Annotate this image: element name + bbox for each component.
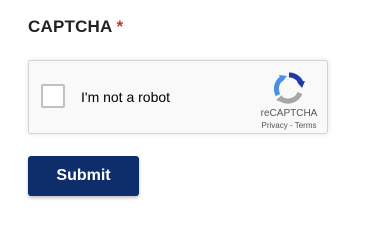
terms-link[interactable]: Terms: [295, 121, 317, 130]
submit-button[interactable]: Submit: [28, 156, 139, 196]
recaptcha-links: Privacy - Terms: [251, 121, 327, 130]
captcha-label-text: CAPTCHA: [28, 17, 113, 36]
recaptcha-brand-text: reCAPTCHA: [260, 108, 318, 119]
not-a-robot-checkbox[interactable]: [41, 84, 65, 108]
required-asterisk: *: [116, 17, 124, 36]
captcha-field-label: CAPTCHA *: [28, 17, 123, 37]
recaptcha-widget: I'm not a robot reCAPTCHA Privacy - Term…: [28, 60, 328, 134]
links-separator: -: [287, 121, 295, 130]
not-a-robot-label: I'm not a robot: [81, 89, 171, 105]
recaptcha-logo-icon: [273, 72, 305, 104]
privacy-link[interactable]: Privacy: [262, 121, 288, 130]
